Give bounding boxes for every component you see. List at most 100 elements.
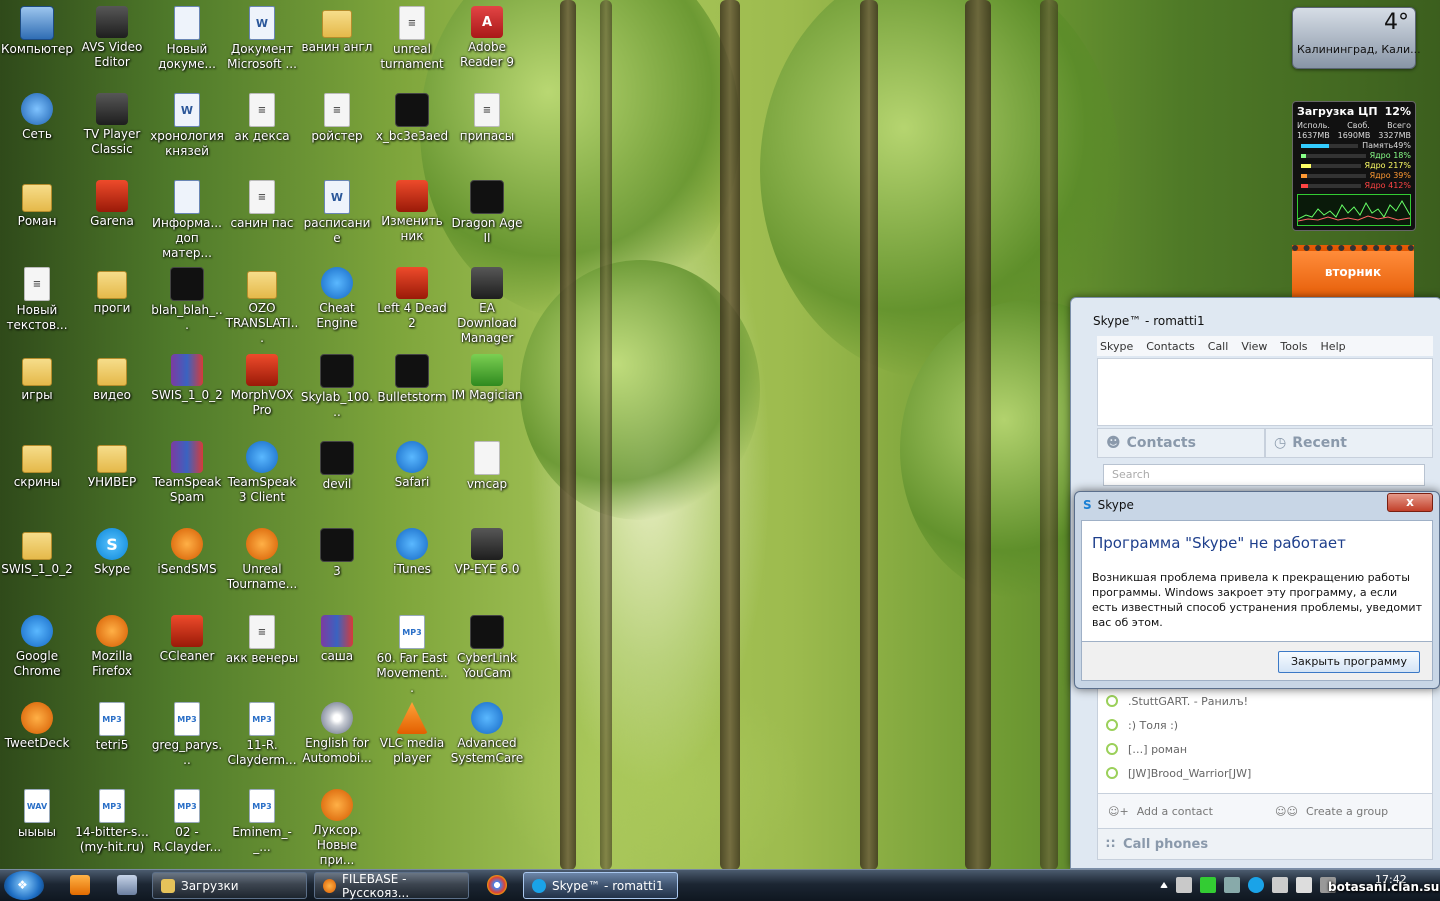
desktop-icon[interactable]: скрины	[0, 441, 74, 523]
cpu-meter-gadget[interactable]: Загрузка ЦП 12% Исполь. Своб. Всего 1637…	[1292, 101, 1416, 231]
desktop-icon[interactable]: S Skype	[75, 528, 149, 610]
desktop-icon[interactable]: TeamSpeak 3 Client	[225, 441, 299, 523]
desktop-icon[interactable]: Информа... доп матер...	[150, 180, 224, 262]
desktop-icon[interactable]: TweetDeck	[0, 702, 74, 784]
desktop-icon[interactable]: саша	[300, 615, 374, 697]
desktop-icon[interactable]: iTunes	[375, 528, 449, 610]
desktop-icon[interactable]: Новый докуме...	[150, 6, 224, 88]
desktop-icon[interactable]: Unreal Tourname...	[225, 528, 299, 610]
contact-item[interactable]: :) Толя :)	[1098, 713, 1432, 737]
desktop-icon[interactable]: ≡ акк венеры	[225, 615, 299, 697]
desktop-icon[interactable]: ≡ unreal turnament	[375, 6, 449, 88]
desktop-icon[interactable]: видео	[75, 354, 149, 436]
desktop-icon[interactable]: A Adobe Reader 9	[450, 6, 524, 88]
desktop-icon[interactable]: vmcap	[450, 441, 524, 523]
desktop-icon[interactable]: MorphVOX Pro	[225, 354, 299, 436]
crash-dialog[interactable]: S Skype x Программа "Skype" не работает …	[1074, 491, 1440, 689]
desktop-icon[interactable]: Bulletstorm	[375, 354, 449, 436]
desktop-icon[interactable]: Safari	[375, 441, 449, 523]
tab-contacts[interactable]: ☻ Contacts	[1097, 428, 1265, 458]
desktop-icon[interactable]: AVS Video Editor	[75, 6, 149, 88]
skype-search-input[interactable]: Search	[1103, 464, 1425, 486]
desktop-icon[interactable]: Advanced SystemCare	[450, 702, 524, 784]
taskbar-item-skype[interactable]: Skype™ - romatti1	[523, 872, 678, 899]
desktop-icon[interactable]: CCleaner	[150, 615, 224, 697]
desktop-icon[interactable]: ≡ санин пас	[225, 180, 299, 262]
create-group-button[interactable]: ☺☺ Create a group	[1265, 794, 1432, 828]
desktop-icon[interactable]: English for Automobi...	[300, 702, 374, 784]
desktop-icon[interactable]: ≡ Новый текстов...	[0, 267, 74, 349]
add-contact-button[interactable]: ☺+ Add a contact	[1098, 794, 1265, 828]
menu-tools[interactable]: Tools	[1280, 340, 1307, 353]
desktop-icon[interactable]: ≡ припасы	[450, 93, 524, 175]
desktop-icon[interactable]: ванин англ	[300, 6, 374, 88]
desktop-icon[interactable]: проги	[75, 267, 149, 349]
desktop-icon[interactable]: Google Chrome	[0, 615, 74, 697]
desktop-icon[interactable]: Garena	[75, 180, 149, 262]
desktop-icon[interactable]: Сеть	[0, 93, 74, 175]
menu-view[interactable]: View	[1241, 340, 1267, 353]
close-program-button[interactable]: Закрыть программу	[1278, 651, 1420, 673]
desktop-icon[interactable]: VP-EYE 6.0	[450, 528, 524, 610]
desktop-icon[interactable]: EA Download Manager	[450, 267, 524, 349]
contact-item[interactable]: [JW]Brood_Warrior[JW]	[1098, 761, 1432, 785]
desktop-icon[interactable]: VLC media player	[375, 702, 449, 784]
headset-icon[interactable]	[1272, 877, 1288, 893]
desktop-icon[interactable]: MP3 tetri5	[75, 702, 149, 784]
close-icon[interactable]: x	[1387, 493, 1433, 512]
desktop-icon[interactable]: TeamSpeak Spam	[150, 441, 224, 523]
desktop-icon[interactable]: 3	[300, 528, 374, 610]
menu-help[interactable]: Help	[1321, 340, 1346, 353]
desktop-icon[interactable]: MP3 60. Far East Movement...	[375, 615, 449, 697]
desktop-icon[interactable]: игры	[0, 354, 74, 436]
tray-app-icon[interactable]	[1224, 877, 1240, 893]
desktop-icon[interactable]: Mozilla Firefox	[75, 615, 149, 697]
desktop-icon[interactable]: W Документ Microsoft ...	[225, 6, 299, 88]
desktop-icon[interactable]: Skylab_100...	[300, 354, 374, 436]
desktop-icon[interactable]: MP3 Eminem_-_...	[225, 789, 299, 871]
desktop-icon[interactable]: Изменить ник	[375, 180, 449, 262]
desktop-icon[interactable]: OZO TRANSLATI...	[225, 267, 299, 349]
desktop-icon[interactable]: Cheat Engine	[300, 267, 374, 349]
menu-skype[interactable]: Skype	[1100, 340, 1133, 353]
desktop-icon[interactable]: УНИВЕР	[75, 441, 149, 523]
desktop-icon[interactable]: Left 4 Dead 2	[375, 267, 449, 349]
desktop-icon[interactable]: blah_blah_...	[150, 267, 224, 349]
weather-gadget[interactable]: 4° Калининград, Кали...	[1292, 7, 1421, 69]
call-phones-button[interactable]: ∷ Call phones	[1097, 828, 1433, 860]
desktop-icon[interactable]: Роман	[0, 180, 74, 262]
desktop-icon[interactable]: Компьютер	[0, 6, 74, 88]
desktop-icon[interactable]: WAV ыыыы	[0, 789, 74, 871]
skype-tray-icon[interactable]	[1248, 877, 1264, 893]
network-icon[interactable]	[1296, 877, 1312, 893]
desktop-icon[interactable]: IM Magician	[450, 354, 524, 436]
desktop-icon[interactable]: SWIS_1_0_2	[150, 354, 224, 436]
desktop-icon[interactable]: TV Player Classic	[75, 93, 149, 175]
taskbar-item-downloads[interactable]: Загрузки	[152, 872, 307, 899]
desktop-icon[interactable]: MP3 11-R. Clayderm...	[225, 702, 299, 784]
desktop-icon[interactable]: CyberLink YouCam	[450, 615, 524, 697]
desktop-icon[interactable]: devil	[300, 441, 374, 523]
desktop-icon[interactable]: MP3 02 - R.Clayder...	[150, 789, 224, 871]
signal-strength-icon[interactable]	[1200, 877, 1216, 893]
contact-item[interactable]: .StuttGART. - Ранилъ!	[1098, 689, 1432, 713]
tray-app-icon[interactable]	[1176, 877, 1192, 893]
skype-profile-area[interactable]	[1097, 358, 1433, 426]
taskbar-item-firefox[interactable]: FILEBASE - Русскояз...	[314, 872, 469, 900]
media-player-icon[interactable]	[70, 875, 90, 895]
desktop-icon[interactable]: ≡ ройстер	[300, 93, 374, 175]
desktop-icon[interactable]: x_bc3e3aed	[375, 93, 449, 175]
desktop-icon[interactable]: Wхронология князей	[150, 93, 224, 175]
chrome-icon[interactable]	[487, 875, 507, 895]
contact-item[interactable]: […] роман	[1098, 737, 1432, 761]
desktop-icon[interactable]: ≡ ак декса	[225, 93, 299, 175]
show-hidden-icons-icon[interactable]	[1160, 882, 1168, 888]
desktop-icon[interactable]: MP3 14-bitter-s... (my-hit.ru)	[75, 789, 149, 871]
desktop-icon[interactable]: Dragon Age II	[450, 180, 524, 262]
desktop-icon[interactable]: MP3 greg_parys...	[150, 702, 224, 784]
desktop-icon[interactable]: SWIS_1_0_2	[0, 528, 74, 610]
menu-contacts[interactable]: Contacts	[1146, 340, 1195, 353]
desktop-icon[interactable]: Wрасписание	[300, 180, 374, 262]
menu-call[interactable]: Call	[1208, 340, 1229, 353]
teamspeak-quicklaunch-icon[interactable]	[117, 875, 137, 895]
